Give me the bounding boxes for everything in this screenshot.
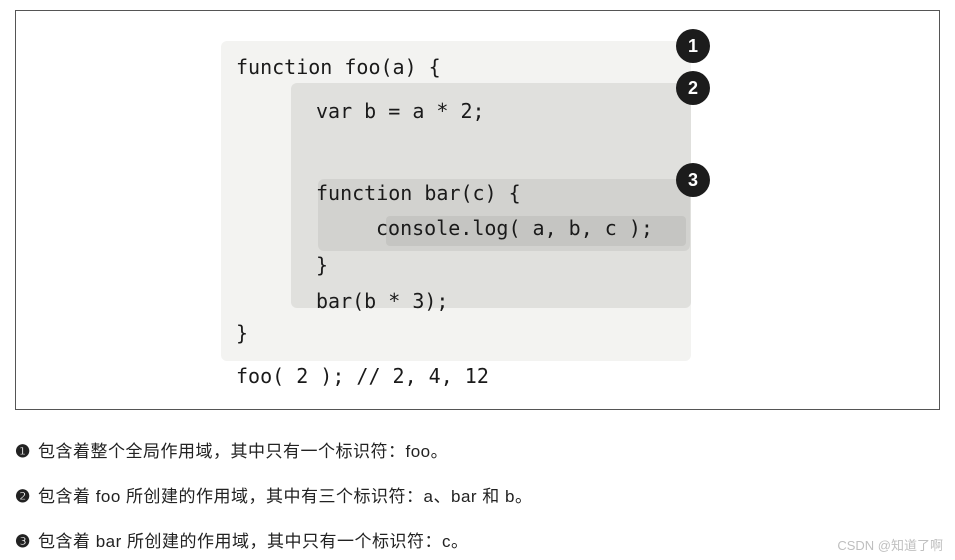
code-line-8: } bbox=[236, 321, 248, 345]
code-line-5: console.log( a, b, c ); bbox=[376, 216, 653, 240]
code-line-7: bar(b * 3); bbox=[316, 289, 448, 313]
code-line-6: } bbox=[316, 253, 328, 277]
watermark-text: CSDN @知道了啊 bbox=[837, 535, 943, 554]
explanation-text-1: 包含着整个全局作用域，其中只有一个标识符：foo。 bbox=[33, 442, 448, 461]
explanation-text-2: 包含着 foo 所创建的作用域，其中有三个标识符：a、bar 和 b。 bbox=[33, 487, 533, 506]
code-line-2: var b = a * 2; bbox=[316, 99, 485, 123]
scope-badge-3: 3 bbox=[676, 163, 710, 197]
bullet-2: ❷ bbox=[15, 487, 31, 506]
figure-container: 1 2 3 function foo(a) { var b = a * 2; f… bbox=[15, 10, 940, 410]
code-line-1: function foo(a) { bbox=[236, 55, 441, 79]
bullet-1: ❶ bbox=[15, 442, 31, 461]
code-line-9: foo( 2 ); // 2, 4, 12 bbox=[236, 364, 489, 388]
scope-badge-2: 2 bbox=[676, 71, 710, 105]
explanation-text-3: 包含着 bar 所创建的作用域，其中只有一个标识符：c。 bbox=[33, 532, 469, 551]
explanation-item-3: ❸ 包含着 bar 所创建的作用域，其中只有一个标识符：c。 bbox=[15, 528, 940, 555]
scope-badge-1: 1 bbox=[676, 29, 710, 63]
bullet-3: ❸ bbox=[15, 532, 31, 551]
explanation-item-1: ❶ 包含着整个全局作用域，其中只有一个标识符：foo。 bbox=[15, 438, 940, 465]
explanation-list: ❶ 包含着整个全局作用域，其中只有一个标识符：foo。 ❷ 包含着 foo 所创… bbox=[15, 438, 940, 556]
explanation-item-2: ❷ 包含着 foo 所创建的作用域，其中有三个标识符：a、bar 和 b。 bbox=[15, 483, 940, 510]
code-line-4: function bar(c) { bbox=[316, 181, 521, 205]
